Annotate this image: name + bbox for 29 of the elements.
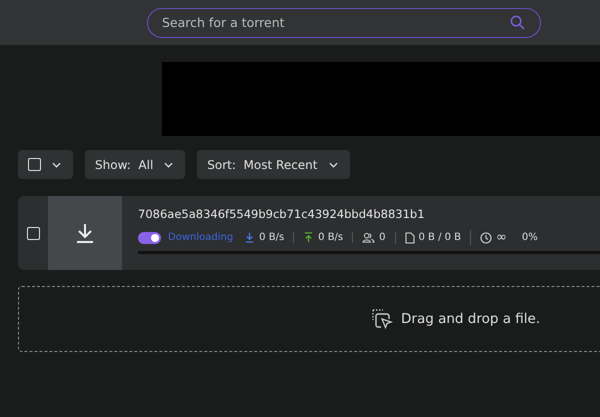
percent-text: 0% — [522, 232, 538, 243]
dropzone-text: Drag and drop a file. — [401, 311, 540, 327]
filter-dropdown[interactable]: Show: All — [85, 150, 186, 179]
download-icon — [74, 222, 96, 244]
search-field[interactable]: Search for a torrent — [147, 8, 541, 38]
chevron-down-icon — [328, 162, 338, 168]
download-arrow-icon — [244, 232, 256, 243]
cursor-select-icon — [371, 308, 393, 330]
upload-speed: 0 B/s — [318, 232, 344, 243]
eta-text: ∞ — [496, 230, 507, 245]
file-icon — [404, 232, 415, 244]
clock-icon — [480, 232, 492, 244]
download-speed: 0 B/s — [259, 232, 284, 243]
torrent-name: 7086ae5a8346f5549b9cb71c43924bbd4b8831b1 — [138, 207, 426, 221]
toggle-switch[interactable] — [138, 232, 161, 244]
dropzone[interactable]: Drag and drop a file. — [18, 286, 600, 352]
chevron-down-icon — [164, 162, 174, 168]
checkbox[interactable] — [26, 226, 40, 240]
peer-count: 0 — [379, 232, 386, 243]
filter-dropdown[interactable]: Sort: Most Recent — [197, 150, 350, 179]
search-icon[interactable] — [510, 14, 525, 30]
select-all-dropdown[interactable] — [18, 150, 73, 179]
users-icon — [362, 232, 376, 243]
upload-arrow-icon — [303, 232, 314, 243]
status-text: Downloading — [168, 232, 234, 243]
torrent-card[interactable]: 7086ae5a8346f5549b9cb71c43924bbd4b8831b1 Downloading 0 B/s 0 B/s 0 0 B / 0 B ∞ 0% — [18, 196, 600, 270]
chevron-down-icon — [52, 162, 61, 168]
checkbox[interactable] — [28, 158, 41, 171]
size-text: 0 B / 0 B — [418, 232, 462, 243]
